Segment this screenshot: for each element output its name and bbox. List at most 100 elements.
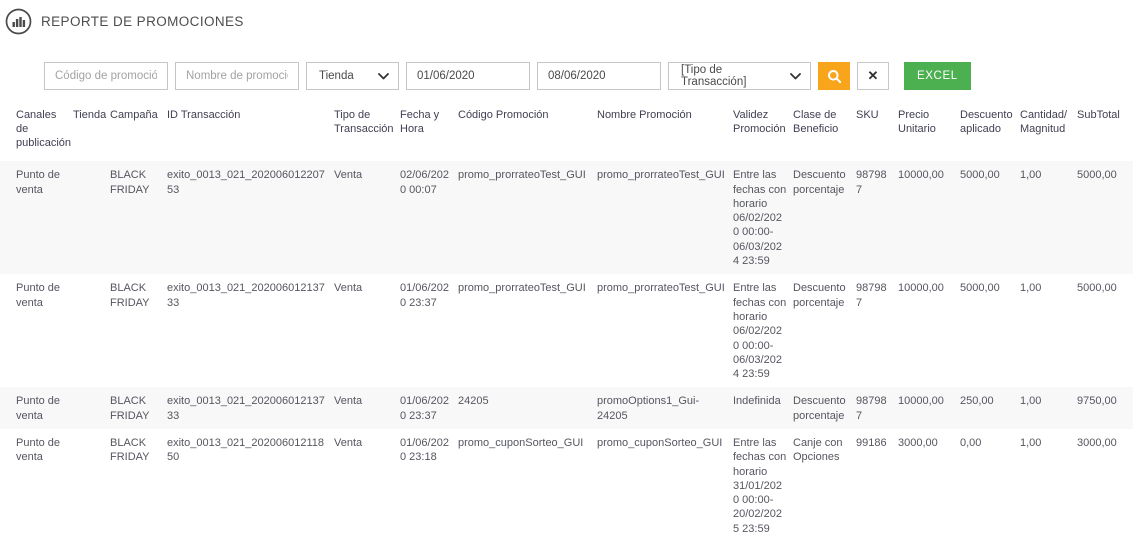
close-icon: ✕ [868, 68, 879, 84]
column-header-9: Validez Promoción [733, 103, 793, 161]
column-header-1: Canales de publicación [0, 103, 73, 161]
table-cell: promoOptions1_Gui-24205 [597, 387, 733, 429]
clear-button[interactable]: ✕ [857, 62, 889, 90]
promotions-table: Canales de publicaciónTiendaCampañaID Tr… [0, 103, 1133, 542]
tipo-transaccion-select-value: [Tipo de Transacción] [681, 64, 784, 88]
filter-bar: Tienda [Tipo de Transacción] ✕ EXCEL [44, 62, 1133, 90]
tienda-select[interactable]: Tienda [306, 62, 399, 90]
table-cell [73, 387, 110, 429]
table-cell: Venta [334, 161, 400, 274]
table-cell: BLACK FRIDAY [110, 274, 167, 387]
table-cell: Venta [334, 429, 400, 542]
table-cell: Indefinida [733, 387, 793, 429]
table-cell: 1,00 [1020, 274, 1077, 387]
table-cell: 1,00 [1020, 161, 1077, 274]
table-cell: 5000,00 [1077, 161, 1133, 274]
table-cell: 3000,00 [1077, 429, 1133, 542]
table-header-row: Canales de publicaciónTiendaCampañaID Tr… [0, 103, 1133, 161]
table-cell: promo_cuponSorteo_GUI [597, 429, 733, 542]
column-header-7: Código Promoción [458, 103, 597, 161]
column-header-13: Descuento aplicado [960, 103, 1020, 161]
table-row: Punto de venta BLACK FRIDAYexito_0013_021… [0, 274, 1133, 387]
table-cell [73, 429, 110, 542]
column-header-11: SKU [856, 103, 898, 161]
table-row: Punto de venta BLACK FRIDAYexito_0013_021… [0, 161, 1133, 274]
table-cell: 99186 [856, 429, 898, 542]
table-cell [73, 161, 110, 274]
column-header-15: SubTotal [1077, 103, 1133, 161]
table-cell: 1,00 [1020, 429, 1077, 542]
table-row: Punto de venta BLACK FRIDAYexito_0013_021… [0, 387, 1133, 429]
table-cell: 987987 [856, 161, 898, 274]
tipo-transaccion-select[interactable]: [Tipo de Transacción] [668, 62, 811, 90]
page-title: REPORTE DE PROMOCIONES [41, 14, 244, 29]
table-cell: Venta [334, 387, 400, 429]
search-button[interactable] [818, 62, 850, 90]
table-cell: 987987 [856, 387, 898, 429]
bar-chart-icon [5, 8, 32, 35]
chevron-down-icon [790, 73, 801, 80]
excel-export-button[interactable]: EXCEL [904, 62, 971, 90]
table-cell: Punto de venta [0, 429, 73, 542]
table-cell: BLACK FRIDAY [110, 161, 167, 274]
column-header-12: Precio Unitario [898, 103, 960, 161]
table-row: Punto de venta BLACK FRIDAYexito_0013_021… [0, 429, 1133, 542]
nombre-promocion-input[interactable] [175, 62, 299, 90]
table-cell: 0,00 [960, 429, 1020, 542]
table-cell: 250,00 [960, 387, 1020, 429]
table-cell: 987987 [856, 274, 898, 387]
table-cell: exito_0013_021_20200601211850 [167, 429, 334, 542]
table-cell: 10000,00 [898, 387, 960, 429]
table-cell: 5000,00 [1077, 274, 1133, 387]
column-header-10: Clase de Beneficio [793, 103, 856, 161]
tienda-select-value: Tienda [319, 70, 354, 82]
column-header-8: Nombre Promoción [597, 103, 733, 161]
table-cell: BLACK FRIDAY [110, 387, 167, 429]
table-cell [73, 274, 110, 387]
fecha-hasta-input[interactable] [537, 62, 661, 90]
app-header: REPORTE DE PROMOCIONES [0, 0, 1133, 36]
column-header-2: Tienda [73, 103, 110, 161]
table-cell: exito_0013_021_20200601220753 [167, 161, 334, 274]
column-header-14: Cantidad/ Magnitud [1020, 103, 1077, 161]
column-header-5: Tipo de Transacción [334, 103, 400, 161]
table-cell: 10000,00 [898, 274, 960, 387]
table-cell: 01/06/2020 23:37 [400, 274, 458, 387]
table-cell: 10000,00 [898, 161, 960, 274]
table-cell: Canje con Opciones [793, 429, 856, 542]
table-cell: promo_cuponSorteo_GUI [458, 429, 597, 542]
table-cell: 01/06/2020 23:37 [400, 387, 458, 429]
table-cell: Venta [334, 274, 400, 387]
table-cell: 3000,00 [898, 429, 960, 542]
table-cell: Entre las fechas con horario 31/01/2020 … [733, 429, 793, 542]
table-cell: Punto de venta [0, 161, 73, 274]
table-cell: promo_prorrateoTest_GUI [597, 161, 733, 274]
table-cell: Entre las fechas con horario 06/02/2020 … [733, 274, 793, 387]
table-cell: promo_prorrateoTest_GUI [458, 161, 597, 274]
table-cell: 24205 [458, 387, 597, 429]
table-cell: 5000,00 [960, 274, 1020, 387]
table-cell: Entre las fechas con horario 06/02/2020 … [733, 161, 793, 274]
table-cell: Punto de venta [0, 274, 73, 387]
table-cell: exito_0013_021_20200601213733 [167, 274, 334, 387]
table-cell: Descuento porcentaje [793, 161, 856, 274]
table-cell: BLACK FRIDAY [110, 429, 167, 542]
table-cell: promo_prorrateoTest_GUI [597, 274, 733, 387]
chevron-down-icon [378, 73, 389, 80]
column-header-4: ID Transacción [167, 103, 334, 161]
table-cell: exito_0013_021_20200601213733 [167, 387, 334, 429]
table-cell: Punto de venta [0, 387, 73, 429]
table-cell: 5000,00 [960, 161, 1020, 274]
magnifier-icon [827, 69, 842, 84]
table-cell: promo_prorrateoTest_GUI [458, 274, 597, 387]
column-header-3: Campaña [110, 103, 167, 161]
column-header-6: Fecha y Hora [400, 103, 458, 161]
table-cell: 01/06/2020 23:18 [400, 429, 458, 542]
table-cell: 02/06/2020 00:07 [400, 161, 458, 274]
table-cell: 1,00 [1020, 387, 1077, 429]
table-cell: Descuento porcentaje [793, 274, 856, 387]
table-cell: 9750,00 [1077, 387, 1133, 429]
codigo-promocion-input[interactable] [44, 62, 168, 90]
table-cell: Descuento porcentaje [793, 387, 856, 429]
fecha-desde-input[interactable] [406, 62, 530, 90]
